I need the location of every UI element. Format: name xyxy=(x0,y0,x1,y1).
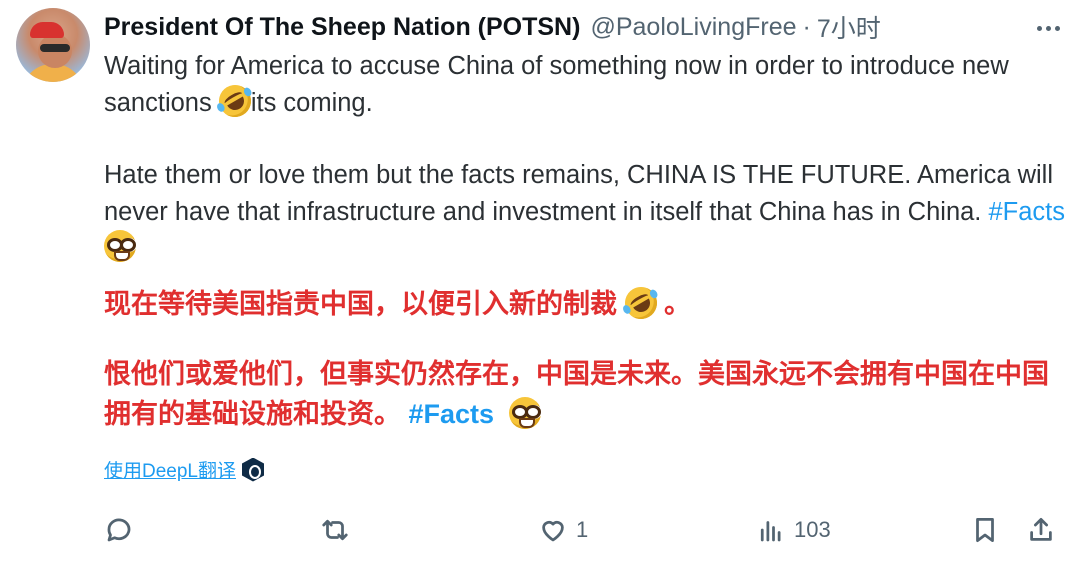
translation-hashtag[interactable]: #Facts xyxy=(409,399,495,429)
translation-para2: 恨他们或爱他们，但事实仍然存在，中国是未来。美国永远不会拥有中国在中国拥有的基础… xyxy=(104,359,1049,429)
hashtag-link[interactable]: #Facts xyxy=(988,198,1065,226)
nerd-emoji-icon xyxy=(509,397,542,429)
like-icon xyxy=(542,521,564,542)
deepl-translate-link[interactable]: 使用DeepL翻译 xyxy=(104,456,264,483)
tweet-time[interactable]: 7小时 xyxy=(817,9,881,45)
like-button[interactable]: 1 xyxy=(538,508,588,552)
nerd-emoji-icon xyxy=(104,230,136,262)
separator-dot: · xyxy=(802,12,811,41)
tweet-text: Waiting for America to accuse China of s… xyxy=(104,48,1069,267)
reply-icon xyxy=(107,518,131,542)
views-button[interactable]: 103 xyxy=(756,508,831,552)
share-icon xyxy=(1030,518,1052,541)
tweet-paragraph-1: Waiting for America to accuse China of s… xyxy=(104,48,1069,123)
deepl-logo-icon xyxy=(242,457,264,482)
share-button[interactable] xyxy=(1026,508,1056,552)
view-count: 103 xyxy=(794,517,831,542)
display-name[interactable]: President Of The Sheep Nation (POTSN) xyxy=(104,13,580,42)
translation-overlay: 现在等待美国指责中国，以便引入新的制裁 。 恨他们或爱他们，但事实仍然存在，中国… xyxy=(104,281,1054,434)
views-icon xyxy=(760,521,781,542)
tweet-header: President Of The Sheep Nation (POTSN) @P… xyxy=(104,10,881,44)
translation-line1-end: 。 xyxy=(656,289,692,319)
bookmark-icon xyxy=(976,518,994,542)
like-count: 1 xyxy=(576,517,589,542)
user-handle[interactable]: @PaoloLivingFree xyxy=(590,13,796,42)
more-icon[interactable] xyxy=(1030,14,1066,42)
deepl-label[interactable]: 使用DeepL翻译 xyxy=(104,456,236,483)
bookmark-button[interactable] xyxy=(970,508,1000,552)
action-bar: 1 103 xyxy=(104,508,1064,552)
tweet-text-para2: Hate them or love them but the facts rem… xyxy=(104,161,1053,226)
tweet-text-line1-end: its coming. xyxy=(250,88,373,117)
translation-line1-start: 现在等待美国指责中国，以便引入新的制裁 xyxy=(104,289,625,319)
reply-button[interactable] xyxy=(104,508,142,552)
avatar[interactable] xyxy=(16,8,90,82)
translation-line-1: 现在等待美国指责中国，以便引入新的制裁 。 xyxy=(104,281,1054,325)
retweet-icon xyxy=(322,519,348,541)
translation-paragraph-2: 恨他们或爱他们，但事实仍然存在，中国是未来。美国永远不会拥有中国在中国拥有的基础… xyxy=(104,354,1054,434)
tweet-paragraph-2: Hate them or love them but the facts rem… xyxy=(104,157,1069,267)
retweet-button[interactable] xyxy=(320,508,358,552)
